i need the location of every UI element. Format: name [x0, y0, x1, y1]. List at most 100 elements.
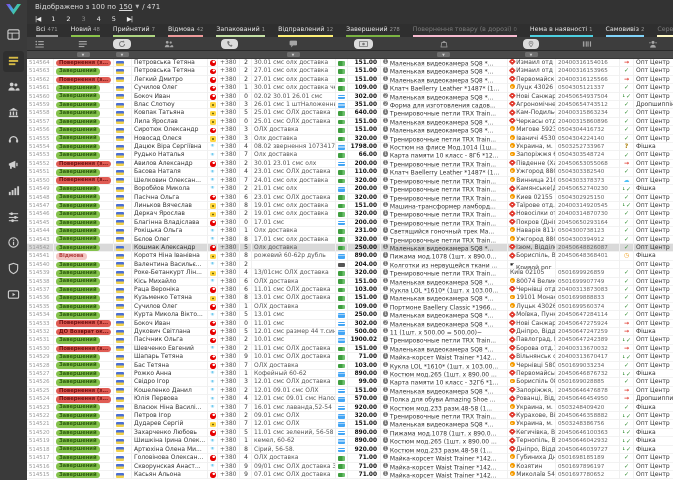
- table-row[interactable]: 514541 Відмова Коротя Ніна Іванівна +380 8 ро…: [27, 252, 673, 261]
- page-size-value[interactable]: 150: [119, 3, 132, 11]
- tracking-number[interactable]: 20400314870730: [555, 210, 619, 219]
- phone-number[interactable]: +380: [217, 201, 239, 211]
- table-row[interactable]: 514558 Завершений Ковпак Татьяна +380 5 25.01…: [27, 109, 673, 118]
- status-badge[interactable]: Завершений: [56, 127, 100, 134]
- phone-number[interactable]: +380: [217, 437, 239, 446]
- tracking-number[interactable]: 0501698185189: [555, 454, 619, 463]
- sidebar-item-protection[interactable]: [3, 259, 24, 280]
- phone-number[interactable]: +380: [217, 109, 239, 118]
- phone-number[interactable]: +380: [217, 143, 239, 152]
- table-row[interactable]: 514533 Повернення (з... Бокоч Иван +380 0 11.…: [27, 319, 673, 328]
- column-status-list-icon[interactable]: [27, 40, 53, 48]
- tracking-number[interactable]: 0503248409420: [555, 403, 619, 413]
- phone-number[interactable]: +380: [217, 260, 239, 270]
- tracking-number[interactable]: 20450648826087: [555, 243, 619, 253]
- table-row[interactable]: 514525 Повернення (з... Кошеленко Данил ✳ +3…: [27, 386, 673, 396]
- status-badge[interactable]: Завершений: [56, 295, 100, 302]
- phone-number[interactable]: +380: [217, 185, 239, 194]
- table-row[interactable]: 514555 Завершений Новосад Олеся +380 3 Олх до…: [27, 134, 673, 144]
- phone-number[interactable]: +380: [217, 302, 239, 312]
- tracking-number[interactable]: 20450654743512: [555, 101, 619, 110]
- tracking-number[interactable]: 0501699560374: [555, 302, 619, 312]
- status-badge[interactable]: Повернення (з...: [56, 160, 111, 168]
- status-badge[interactable]: Завершений: [56, 404, 100, 412]
- column-customers-icon[interactable]: [131, 40, 207, 48]
- status-badge[interactable]: Завершений: [56, 311, 100, 319]
- phone-number[interactable]: +380: [217, 84, 239, 93]
- phone-number[interactable]: +380: [217, 67, 239, 76]
- table-row[interactable]: 514518 Завершений Артюхіна Олена Ми... ✳ +38…: [27, 445, 673, 455]
- filter-dropdown[interactable]: ▼: [524, 52, 538, 57]
- filter-dropdown[interactable]: ▼: [437, 52, 450, 57]
- table-row[interactable]: 514528 Завершений Бас Тетяна +380 7 ОЛХ доста…: [27, 361, 673, 371]
- phone-number[interactable]: +380: [217, 470, 239, 480]
- status-badge[interactable]: Завершений: [56, 110, 100, 117]
- table-row[interactable]: 514524 Повернення (з... Юлія Первова ✳ +380 4…: [27, 395, 673, 404]
- status-badge[interactable]: Завершений: [56, 354, 100, 361]
- status-badge[interactable]: Завершений: [56, 278, 100, 285]
- table-row[interactable]: 514522 Завершений Петров Ігор +380 2 09.01 см…: [27, 412, 673, 421]
- status-badge[interactable]: Повернення (з...: [56, 387, 111, 395]
- phone-number[interactable]: +380: [217, 159, 239, 169]
- phone-number[interactable]: +380: [217, 311, 239, 320]
- phone-number[interactable]: +380: [217, 420, 239, 429]
- status-tab[interactable]: Відправлений 12: [278, 24, 334, 37]
- phone-number[interactable]: +380: [217, 328, 239, 337]
- status-badge[interactable]: Завершений: [56, 269, 100, 277]
- tracking-number[interactable]: 0504303382540: [555, 168, 619, 177]
- status-badge[interactable]: Завершений: [56, 421, 100, 428]
- tracking-number[interactable]: 0504304416732: [555, 126, 619, 135]
- tracking-number[interactable]: 0503252733967: [555, 143, 619, 152]
- first-page-button[interactable]: |◀: [35, 15, 41, 23]
- tracking-number[interactable]: 20400316154016: [555, 59, 619, 68]
- table-row[interactable]: 514561 Завершений Сучилов Олег +380 1 30.01 с…: [27, 84, 673, 93]
- phone-number[interactable]: +380: [217, 361, 239, 371]
- status-badge[interactable]: Повернення (з...: [56, 177, 111, 185]
- status-tab[interactable]: Новий 48: [70, 24, 100, 37]
- table-row[interactable]: 514532 ДО Возврат ок... Дукович Світлана +3…: [27, 328, 673, 337]
- status-badge[interactable]: ДО Возврат ок...: [56, 328, 111, 336]
- tracking-number[interactable]: 20400313670417: [555, 353, 619, 362]
- status-badge[interactable]: Завершений: [56, 93, 100, 101]
- phone-number[interactable]: +380: [217, 386, 239, 396]
- tracking-number[interactable]: 0501699926859: [555, 269, 619, 278]
- phone-number[interactable]: +380: [217, 193, 239, 202]
- tracking-number[interactable]: 20450650293164: [555, 218, 619, 228]
- table-row[interactable]: 514519 Завершений Шишкіна Ірина Олек... ✳ +3…: [27, 437, 673, 446]
- phone-number[interactable]: +380: [217, 243, 239, 253]
- table-row[interactable]: 514563 Завершений Петровська Тетяна +380 2 27…: [27, 67, 673, 76]
- tracking-number[interactable]: 20450646358882: [555, 412, 619, 421]
- tracking-number[interactable]: 0501699033234: [555, 361, 619, 371]
- status-tab[interactable]: Нема в наявності 1: [529, 24, 593, 37]
- status-badge[interactable]: Завершений: [56, 362, 100, 370]
- table-row[interactable]: 514547 Завершений Линьков Вячеслав +380 8 19.…: [27, 201, 673, 211]
- table-row[interactable]: 514548 Завершений Пасічна Ольга +380 6 23.01 …: [27, 193, 673, 202]
- tracking-number[interactable]: 0501699028885: [555, 378, 619, 387]
- phone-number[interactable]: +380: [217, 269, 239, 278]
- table-row[interactable]: 514534 Завершений Курта Микола Вікто... ✳ +3…: [27, 311, 673, 320]
- column-products-icon[interactable]: [380, 40, 507, 48]
- tracking-number[interactable]: 20400313670032: [555, 344, 619, 354]
- phone-number[interactable]: +380: [217, 403, 239, 413]
- sidebar-item-statistics[interactable]: [3, 181, 24, 202]
- status-badge[interactable]: Завершений: [56, 438, 100, 445]
- table-row[interactable]: 514530 Повернення (з... Шевченко Евгений ✳ +…: [27, 344, 673, 354]
- status-badge[interactable]: Завершений: [56, 236, 100, 243]
- table-row[interactable]: 514544 Завершений Рокіцька Ольга ✳ +380 1 Олх …: [27, 227, 673, 236]
- table-row[interactable]: 514556 Завершений Сиротюк Олександр +380 3 ОЛ…: [27, 126, 673, 135]
- table-row[interactable]: 514538 Завершений Кісь Михайло ✳ +380 6 ОЛХ до…: [27, 277, 673, 286]
- phone-number[interactable]: +380: [217, 176, 239, 186]
- table-row[interactable]: 514515 Завершений Касьян Альона +380 9 07.01 …: [27, 470, 673, 480]
- status-badge[interactable]: Завершений: [56, 337, 100, 344]
- column-refresh-icon[interactable]: [113, 38, 131, 49]
- sidebar-item-video[interactable]: [3, 285, 24, 306]
- status-badge[interactable]: Завершений: [56, 143, 100, 151]
- phone-number[interactable]: +380: [217, 336, 239, 345]
- phone-number[interactable]: +380: [217, 454, 239, 463]
- tracking-number[interactable]: 20400315860896: [555, 117, 619, 127]
- phone-number[interactable]: +380: [217, 134, 239, 144]
- tracking-number[interactable]: 0503248386756: [555, 420, 619, 429]
- status-badge[interactable]: Повернення (з...: [56, 396, 111, 403]
- tracking-number[interactable]: 20450648368401: [555, 252, 619, 261]
- tracking-number[interactable]: 20450646042932: [555, 437, 619, 446]
